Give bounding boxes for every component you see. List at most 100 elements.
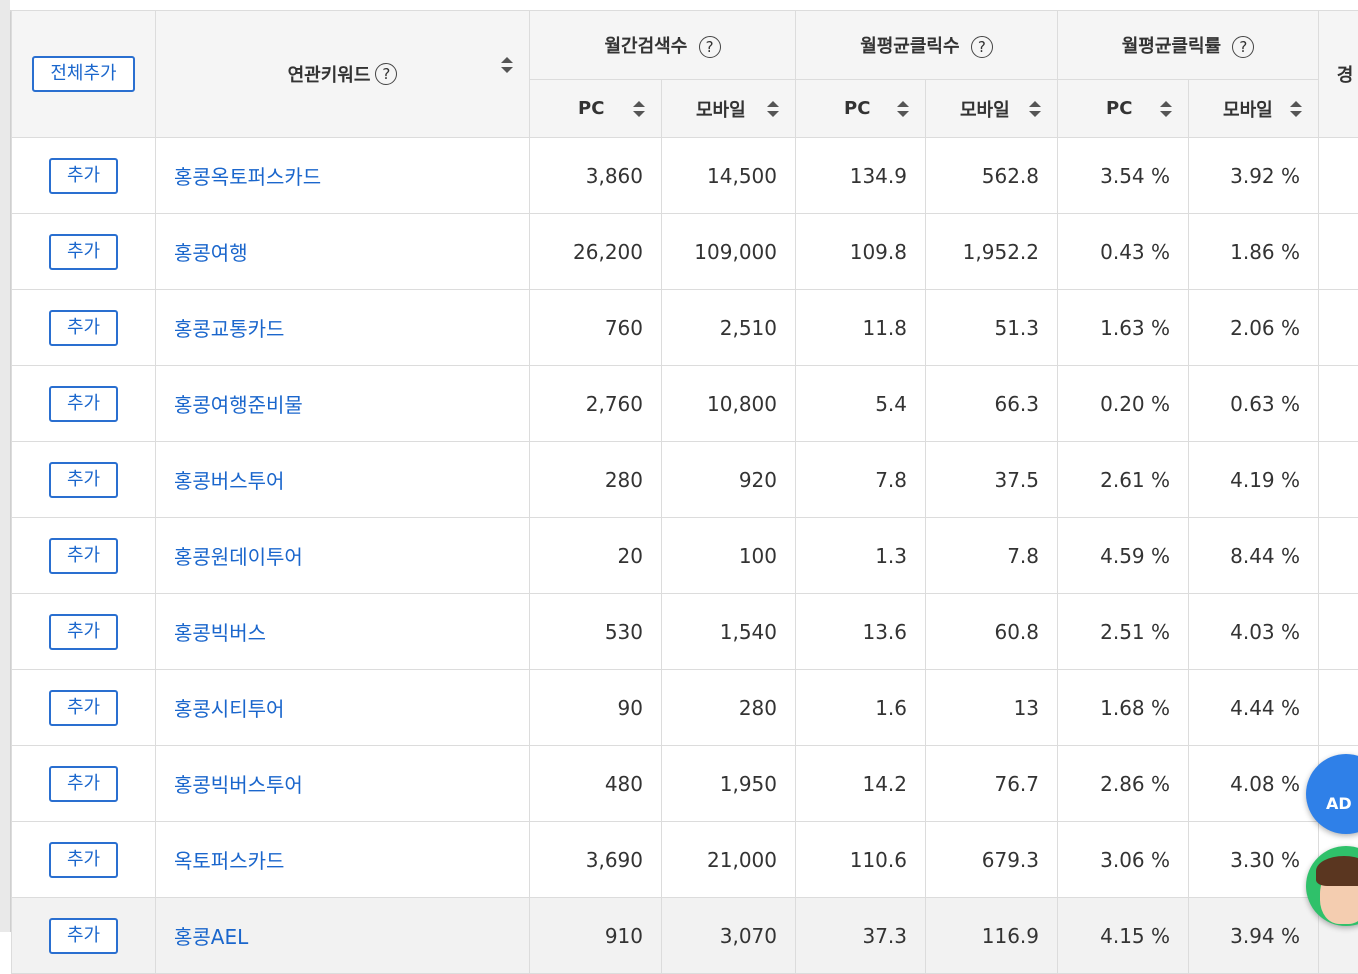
- add-cell: 추가: [12, 594, 156, 670]
- keyword-link[interactable]: 홍콩빅버스투어: [174, 773, 303, 797]
- add-keyword-button[interactable]: 추가: [49, 158, 118, 194]
- table-row: 추가홍콩시티투어902801.6131.68 %4.44 %: [12, 670, 1358, 746]
- keyword-link[interactable]: 홍콩원데이투어: [174, 545, 303, 569]
- keyword-cell[interactable]: 홍콩여행준비물: [156, 366, 530, 442]
- click-pc-cell: 14.2: [796, 746, 926, 822]
- ctr-pc-header[interactable]: PC: [1058, 80, 1189, 138]
- click-mobile-cell: 116.9: [926, 898, 1058, 974]
- next-column-cell: [1319, 518, 1358, 594]
- click-mobile-cell: 13: [926, 670, 1058, 746]
- ctr-mobile-header[interactable]: 모바일: [1189, 80, 1319, 138]
- keyword-cell[interactable]: 옥토퍼스카드: [156, 822, 530, 898]
- monthly-click-help-icon[interactable]: ?: [971, 36, 993, 58]
- search-mobile-cell: 21,000: [662, 822, 796, 898]
- click-mobile-cell: 66.3: [926, 366, 1058, 442]
- next-column-cell: [1319, 214, 1358, 290]
- keyword-cell[interactable]: 홍콩여행: [156, 214, 530, 290]
- keyword-cell[interactable]: 홍콩빅버스투어: [156, 746, 530, 822]
- ctr-pc-cell: 2.61 %: [1058, 442, 1189, 518]
- keyword-cell[interactable]: 홍콩교통카드: [156, 290, 530, 366]
- click-pc-cell: 109.8: [796, 214, 926, 290]
- keyword-cell[interactable]: 홍콩빅버스: [156, 594, 530, 670]
- keyword-cell[interactable]: 홍콩버스투어: [156, 442, 530, 518]
- keyword-link[interactable]: 홍콩교통카드: [174, 317, 284, 341]
- table-row: 추가홍콩원데이투어201001.37.84.59 %8.44 %: [12, 518, 1358, 594]
- ctr-pc-cell: 3.06 %: [1058, 822, 1189, 898]
- add-keyword-button[interactable]: 추가: [49, 310, 118, 346]
- keyword-cell[interactable]: 홍콩시티투어: [156, 670, 530, 746]
- keyword-link[interactable]: 홍콩AEL: [174, 925, 248, 949]
- monthly-search-header: 월간검색수 ?: [530, 11, 796, 80]
- keyword-cell[interactable]: 홍콩AEL: [156, 898, 530, 974]
- next-column-label: 경: [1337, 65, 1354, 86]
- ctr-mobile-sort-icon[interactable]: [1290, 101, 1300, 117]
- click-mobile-sort-icon[interactable]: [1029, 101, 1039, 117]
- keyword-link[interactable]: 옥토퍼스카드: [174, 849, 284, 873]
- keyword-cell[interactable]: 홍콩옥토퍼스카드: [156, 138, 530, 214]
- keyword-link[interactable]: 홍콩옥토퍼스카드: [174, 165, 321, 189]
- search-pc-cell: 3,690: [530, 822, 662, 898]
- keyword-help-icon[interactable]: ?: [375, 63, 397, 85]
- ctr-pc-sort-icon[interactable]: [1160, 101, 1170, 117]
- ctr-pc-cell: 4.59 %: [1058, 518, 1189, 594]
- keyword-sort-icon[interactable]: [501, 57, 511, 73]
- click-pc-cell: 11.8: [796, 290, 926, 366]
- ad-badge: AD: [1326, 794, 1352, 813]
- add-keyword-button[interactable]: 추가: [49, 842, 118, 878]
- keyword-link[interactable]: 홍콩시티투어: [174, 697, 284, 721]
- keyword-cell[interactable]: 홍콩원데이투어: [156, 518, 530, 594]
- add-keyword-button[interactable]: 추가: [49, 614, 118, 650]
- search-pc-header[interactable]: PC: [530, 80, 662, 138]
- keyword-column-label: 연관키워드: [288, 61, 371, 87]
- table-row: 추가홍콩버스투어2809207.837.52.61 %4.19 %: [12, 442, 1358, 518]
- add-all-button[interactable]: 전체추가: [32, 56, 134, 92]
- add-cell: 추가: [12, 746, 156, 822]
- add-keyword-button[interactable]: 추가: [49, 386, 118, 422]
- search-pc-cell: 910: [530, 898, 662, 974]
- search-mobile-header[interactable]: 모바일: [662, 80, 796, 138]
- ctr-mobile-cell: 8.44 %: [1189, 518, 1319, 594]
- add-keyword-button[interactable]: 추가: [49, 234, 118, 270]
- add-all-header: 전체추가: [12, 11, 156, 138]
- add-keyword-button[interactable]: 추가: [49, 462, 118, 498]
- click-pc-sort-icon[interactable]: [897, 101, 907, 117]
- click-pc-header[interactable]: PC: [796, 80, 926, 138]
- keyword-link[interactable]: 홍콩여행: [174, 241, 248, 265]
- monthly-ctr-header: 월평균클릭률 ?: [1058, 11, 1319, 80]
- click-pc-cell: 1.6: [796, 670, 926, 746]
- keyword-link[interactable]: 홍콩버스투어: [174, 469, 284, 493]
- search-pc-sort-icon[interactable]: [633, 101, 643, 117]
- next-column-cell: [1319, 290, 1358, 366]
- click-mobile-cell: 562.8: [926, 138, 1058, 214]
- next-column-cell: [1319, 594, 1358, 670]
- add-keyword-button[interactable]: 추가: [49, 766, 118, 802]
- monthly-click-label: 월평균클릭수: [860, 36, 959, 57]
- keyword-link[interactable]: 홍콩여행준비물: [174, 393, 303, 417]
- click-mobile-cell: 679.3: [926, 822, 1058, 898]
- add-keyword-button[interactable]: 추가: [49, 538, 118, 574]
- click-mobile-header[interactable]: 모바일: [926, 80, 1058, 138]
- click-pc-cell: 37.3: [796, 898, 926, 974]
- monthly-search-help-icon[interactable]: ?: [699, 36, 721, 58]
- add-cell: 추가: [12, 822, 156, 898]
- search-mobile-cell: 3,070: [662, 898, 796, 974]
- ctr-pc-cell: 0.43 %: [1058, 214, 1189, 290]
- keyword-link[interactable]: 홍콩빅버스: [174, 621, 266, 645]
- monthly-search-label: 월간검색수: [604, 36, 687, 57]
- search-pc-cell: 480: [530, 746, 662, 822]
- keyword-column-header[interactable]: 연관키워드 ?: [156, 11, 530, 138]
- table-row: 추가홍콩여행26,200109,000109.81,952.20.43 %1.8…: [12, 214, 1358, 290]
- left-scroll-gutter: [0, 0, 11, 932]
- monthly-ctr-help-icon[interactable]: ?: [1232, 36, 1254, 58]
- search-mobile-sort-icon[interactable]: [767, 101, 777, 117]
- click-pc-cell: 7.8: [796, 442, 926, 518]
- search-mobile-cell: 109,000: [662, 214, 796, 290]
- ctr-pc-cell: 1.68 %: [1058, 670, 1189, 746]
- chat-avatar-hair: [1316, 856, 1358, 886]
- search-mobile-cell: 10,800: [662, 366, 796, 442]
- add-keyword-button[interactable]: 추가: [49, 918, 118, 954]
- ctr-mobile-cell: 3.30 %: [1189, 822, 1319, 898]
- ctr-pc-cell: 0.20 %: [1058, 366, 1189, 442]
- add-keyword-button[interactable]: 추가: [49, 690, 118, 726]
- click-mobile-cell: 7.8: [926, 518, 1058, 594]
